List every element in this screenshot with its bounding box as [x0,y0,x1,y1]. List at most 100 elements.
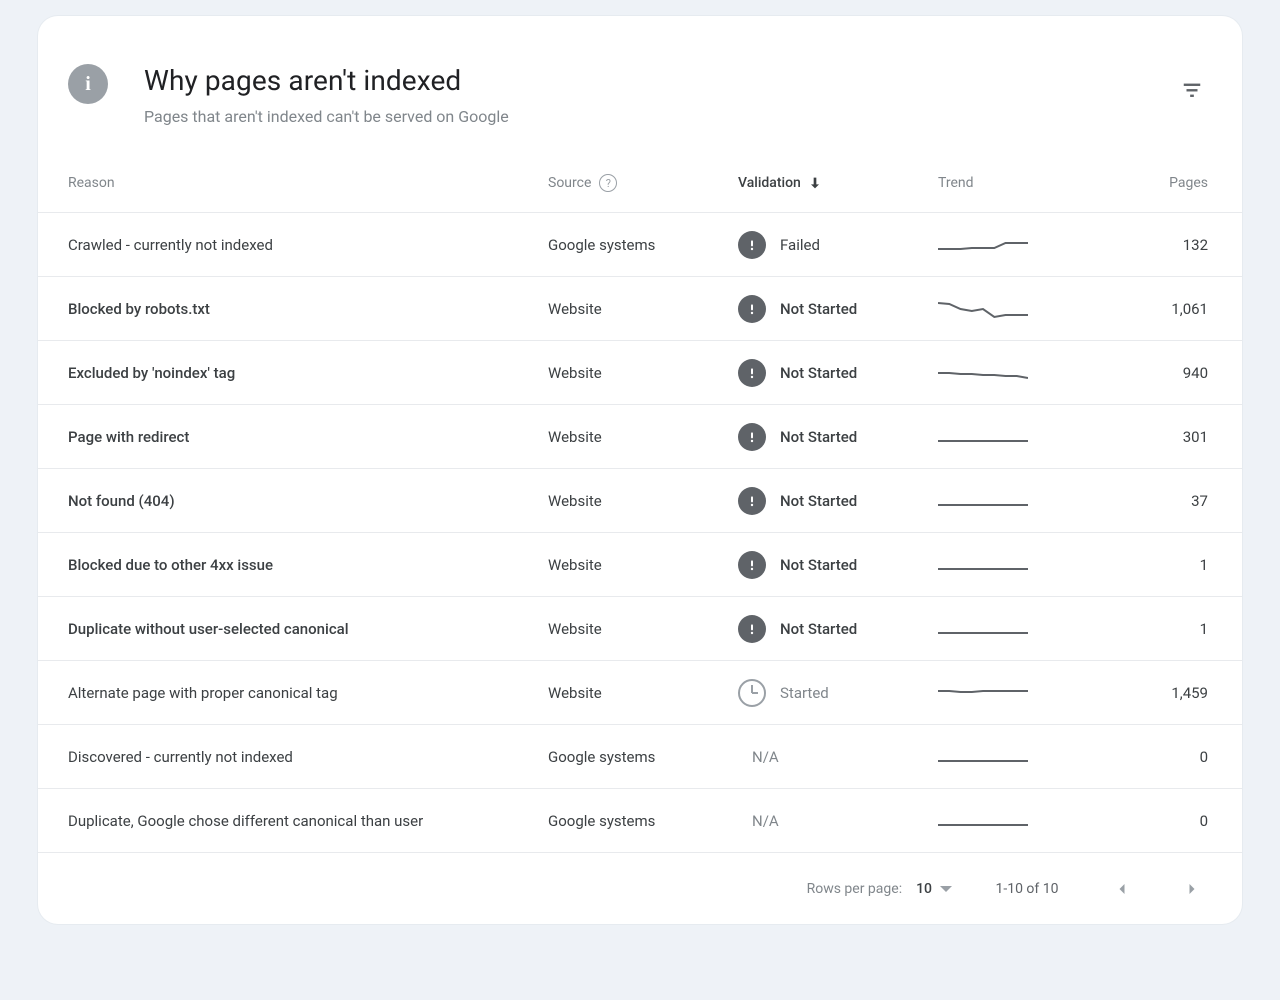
source-cell: Website [548,364,738,382]
trend-cell [938,295,1126,323]
trend-cell [938,743,1126,771]
pages-cell: 37 [1126,492,1212,510]
col-pages[interactable]: Pages [1126,175,1212,191]
reason-cell: Not found (404) [68,492,548,510]
prev-page-button[interactable] [1102,869,1142,909]
alert-icon [738,231,766,259]
pages-cell: 1 [1126,556,1212,574]
validation-cell: Not Started [738,359,938,387]
validation-text: Not Started [780,620,857,638]
trend-cell [938,231,1126,259]
pages-cell: 940 [1126,364,1212,382]
table-row[interactable]: Crawled - currently not indexedGoogle sy… [38,212,1242,276]
trend-cell [938,679,1126,707]
alert-icon [738,551,766,579]
validation-na: N/A [738,748,779,766]
reason-cell: Page with redirect [68,428,548,446]
caret-down-icon [940,886,952,892]
reason-cell: Blocked due to other 4xx issue [68,556,548,574]
validation-cell: N/A [738,748,938,766]
col-source[interactable]: Source ? [548,174,738,192]
table-row[interactable]: Duplicate without user-selected canonica… [38,596,1242,660]
source-cell: Website [548,684,738,702]
table-header: Reason Source ? Validation Trend Pages [38,150,1242,212]
reason-cell: Crawled - currently not indexed [68,236,548,254]
validation-cell: Failed [738,231,938,259]
rows-per-page: Rows per page: 10 [807,881,952,897]
reason-cell: Blocked by robots.txt [68,300,548,318]
pages-cell: 0 [1126,812,1212,830]
source-cell: Website [548,492,738,510]
validation-cell: Not Started [738,295,938,323]
table-row[interactable]: Duplicate, Google chose different canoni… [38,788,1242,852]
table-row[interactable]: Blocked by robots.txtWebsite Not Started 1… [38,276,1242,340]
col-reason[interactable]: Reason [68,175,548,191]
rows-per-page-label: Rows per page: [807,881,902,897]
trend-cell [938,487,1126,515]
validation-na: N/A [738,812,779,830]
source-cell: Website [548,556,738,574]
alert-icon [738,359,766,387]
info-icon: i [68,64,108,104]
table-row[interactable]: Discovered - currently not indexedGoogle… [38,724,1242,788]
source-cell: Website [548,428,738,446]
source-cell: Website [548,620,738,638]
col-validation-label: Validation [738,175,801,191]
source-cell: Google systems [548,812,738,830]
trend-cell [938,551,1126,579]
validation-cell: N/A [738,812,938,830]
filter-button[interactable] [1172,70,1212,110]
table-row[interactable]: Alternate page with proper canonical tag… [38,660,1242,724]
trend-cell [938,807,1126,835]
indexing-reasons-card: i Why pages aren't indexed Pages that ar… [38,16,1242,924]
table-row[interactable]: Blocked due to other 4xx issueWebsiteNot… [38,532,1242,596]
validation-cell: Not Started [738,551,938,579]
source-cell: Website [548,300,738,318]
pages-cell: 1,459 [1126,684,1212,702]
chevron-left-icon [1112,879,1132,899]
validation-cell: Not Started [738,423,938,451]
card-title: Why pages aren't indexed [144,64,1172,97]
clock-icon [738,679,766,707]
source-cell: Google systems [548,748,738,766]
source-cell: Google systems [548,236,738,254]
chevron-right-icon [1182,879,1202,899]
validation-cell: Started [738,679,938,707]
card-subtitle: Pages that aren't indexed can't be serve… [144,107,1172,126]
reason-cell: Discovered - currently not indexed [68,748,548,766]
table-row[interactable]: Page with redirectWebsite Not Started 301 [38,404,1242,468]
trend-cell [938,423,1126,451]
validation-text: Started [780,684,829,702]
help-icon[interactable]: ? [599,174,617,192]
table-row[interactable]: Not found (404)Website Not Started 37 [38,468,1242,532]
validation-cell: Not Started [738,615,938,643]
rows-per-page-value: 10 [916,881,932,897]
next-page-button[interactable] [1172,869,1212,909]
alert-icon [738,295,766,323]
col-validation[interactable]: Validation [738,175,938,191]
pages-cell: 0 [1126,748,1212,766]
alert-icon [738,487,766,515]
reason-cell: Duplicate, Google chose different canoni… [68,812,548,830]
validation-text: Not Started [780,300,857,318]
rows-per-page-select[interactable]: 10 [916,881,952,897]
pages-cell: 1,061 [1126,300,1212,318]
filter-icon [1181,79,1203,101]
trend-cell [938,615,1126,643]
pages-cell: 301 [1126,428,1212,446]
sort-descending-icon [807,175,823,191]
table-body: Crawled - currently not indexedGoogle sy… [38,212,1242,852]
reason-cell: Alternate page with proper canonical tag [68,684,548,702]
table-footer: Rows per page: 10 1-10 of 10 [38,852,1242,924]
validation-cell: Not Started [738,487,938,515]
pages-cell: 132 [1126,236,1212,254]
col-source-label: Source [548,175,591,191]
reason-cell: Excluded by 'noindex' tag [68,364,548,382]
table-row[interactable]: Excluded by 'noindex' tagWebsiteNot Star… [38,340,1242,404]
alert-icon [738,423,766,451]
col-trend: Trend [938,175,1126,191]
alert-icon [738,615,766,643]
validation-text: Not Started [780,428,857,446]
validation-text: Not Started [780,492,857,510]
validation-text: Failed [780,236,820,254]
